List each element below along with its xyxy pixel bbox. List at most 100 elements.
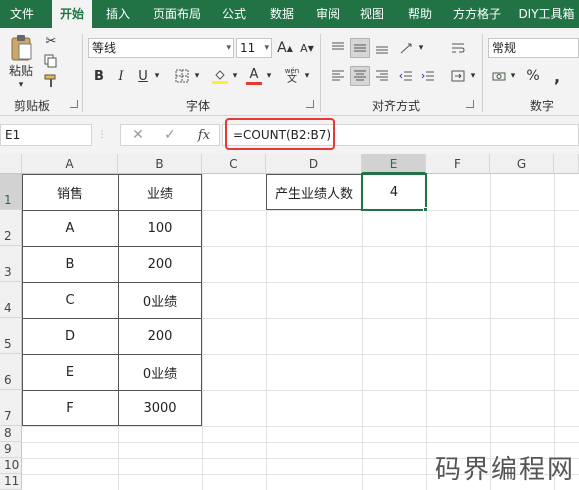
align-middle-button[interactable] [350, 38, 370, 58]
paste-dropdown-icon[interactable]: ▾ [14, 80, 28, 90]
underline-button[interactable]: U [134, 66, 152, 86]
menu-view[interactable]: 视图 [352, 0, 392, 28]
row-header-3[interactable]: 3 [0, 246, 22, 282]
percent-button[interactable]: % [524, 66, 542, 86]
menu-file[interactable]: 文件 [0, 0, 44, 28]
font-name-select[interactable]: 等线 ▾ [88, 38, 234, 58]
cell-a5[interactable]: D [22, 318, 118, 354]
cell-d1[interactable]: 产生业绩人数 [266, 174, 362, 210]
paste-button[interactable]: 粘贴 [6, 32, 36, 80]
number-format-select[interactable]: 常规 [488, 38, 579, 58]
wrap-text-button[interactable] [448, 38, 468, 58]
format-painter-icon[interactable] [42, 72, 60, 90]
font-launcher-icon[interactable] [306, 100, 314, 108]
currency-button[interactable] [490, 66, 508, 86]
row-header-7[interactable]: 7 [0, 390, 22, 426]
formula-controls: ✕ ✓ fx [120, 124, 220, 146]
caret-down-icon: ▼ [307, 43, 314, 53]
cancel-icon[interactable]: ✕ [129, 126, 147, 144]
cell-b1[interactable]: 业绩 [118, 174, 202, 210]
column-header-c[interactable]: C [202, 154, 266, 174]
merge-dropdown-icon[interactable]: ▾ [468, 66, 478, 86]
chevron-down-icon: ▾ [264, 43, 269, 53]
row-header-6[interactable]: 6 [0, 354, 22, 390]
row-header-9[interactable]: 9 [0, 442, 22, 458]
alignment-launcher-icon[interactable] [466, 100, 474, 108]
row-header-2[interactable]: 2 [0, 210, 22, 246]
menu-diy-toolbox[interactable]: DIY工具箱 [514, 0, 579, 28]
align-left-button[interactable] [328, 66, 348, 86]
increase-indent-button[interactable] [418, 66, 438, 86]
cell-a1[interactable]: 销售 [22, 174, 118, 210]
font-color-dropdown-icon[interactable]: ▾ [264, 66, 274, 86]
cell-a6[interactable]: E [22, 354, 118, 390]
menu-page-layout[interactable]: 页面布局 [146, 0, 208, 28]
align-bottom-button[interactable] [372, 38, 392, 58]
comma-style-button[interactable]: , [548, 66, 566, 86]
underline-dropdown-icon[interactable]: ▾ [152, 66, 162, 86]
cell-a3[interactable]: B [22, 246, 118, 282]
menu-review[interactable]: 审阅 [308, 0, 348, 28]
borders-button[interactable] [172, 66, 192, 86]
cell-b3[interactable]: 200 [118, 246, 202, 282]
decrease-indent-button[interactable] [396, 66, 416, 86]
select-all-corner[interactable] [0, 154, 22, 174]
orientation-icon [400, 43, 412, 54]
name-box[interactable]: E1 [0, 124, 92, 146]
orientation-dropdown-icon[interactable]: ▾ [416, 38, 426, 58]
cell-b6[interactable]: 0业绩 [118, 354, 202, 390]
row-header-5[interactable]: 5 [0, 318, 22, 354]
align-top-button[interactable] [328, 38, 348, 58]
row-header-11[interactable]: 11 [0, 474, 22, 490]
cell-a4[interactable]: C [22, 282, 118, 318]
column-header-a[interactable]: A [22, 154, 118, 174]
cell-a7[interactable]: F [22, 390, 118, 426]
column-header-f[interactable]: F [426, 154, 490, 174]
align-right-button[interactable] [372, 66, 392, 86]
insert-function-button[interactable]: fx [193, 126, 215, 144]
caret-up-icon: ▲ [286, 43, 293, 53]
menu-data[interactable]: 数据 [262, 0, 302, 28]
cut-icon[interactable]: ✂ [42, 32, 60, 50]
copy-icon[interactable] [42, 52, 60, 70]
bold-button[interactable]: B [90, 66, 108, 86]
merge-center-button[interactable] [448, 66, 468, 86]
cell-b7[interactable]: 3000 [118, 390, 202, 426]
align-center-button[interactable] [350, 66, 370, 86]
fill-handle[interactable] [423, 207, 428, 212]
column-header-g[interactable]: G [490, 154, 554, 174]
menu-home[interactable]: 开始 [52, 0, 92, 28]
clipboard-launcher-icon[interactable] [70, 100, 78, 108]
orientation-button[interactable] [396, 38, 416, 58]
cell-b5[interactable]: 200 [118, 318, 202, 354]
borders-dropdown-icon[interactable]: ▾ [192, 66, 202, 86]
column-header-b[interactable]: B [118, 154, 202, 174]
currency-dropdown-icon[interactable]: ▾ [508, 66, 518, 86]
row-header-1[interactable]: 1 [0, 174, 22, 210]
paint-bucket-icon [215, 69, 225, 80]
row-header-10[interactable]: 10 [0, 458, 22, 474]
font-size-select[interactable]: 11 ▾ [236, 38, 272, 58]
row-header-8[interactable]: 8 [0, 426, 22, 442]
font-color-button[interactable]: A [244, 66, 264, 86]
column-header-e[interactable]: E [362, 154, 426, 174]
cell-b4[interactable]: 0业绩 [118, 282, 202, 318]
fill-color-button[interactable] [210, 66, 230, 86]
shrink-font-button[interactable]: A ▼ [298, 38, 316, 58]
column-header-d[interactable]: D [266, 154, 362, 174]
phonetic-dropdown-icon[interactable]: ▾ [302, 66, 312, 86]
grow-font-button[interactable]: A ▲ [276, 38, 294, 58]
name-box-dropdown-icon[interactable]: ⋮ [96, 128, 108, 142]
row-header-4[interactable]: 4 [0, 282, 22, 318]
italic-button[interactable]: I [112, 66, 130, 86]
check-icon[interactable]: ✓ [161, 126, 179, 144]
cell-b2[interactable]: 100 [118, 210, 202, 246]
fill-color-dropdown-icon[interactable]: ▾ [230, 66, 240, 86]
menu-help[interactable]: 帮助 [400, 0, 440, 28]
spreadsheet-grid[interactable]: A B C D E F G 1 2 3 4 5 6 7 8 9 10 11 销售… [0, 154, 579, 490]
menu-insert[interactable]: 插入 [98, 0, 138, 28]
phonetic-button[interactable]: wén 文 [282, 66, 302, 86]
menu-formulas[interactable]: 公式 [214, 0, 254, 28]
menu-fangfang[interactable]: 方方格子 [446, 0, 508, 28]
cell-a2[interactable]: A [22, 210, 118, 246]
